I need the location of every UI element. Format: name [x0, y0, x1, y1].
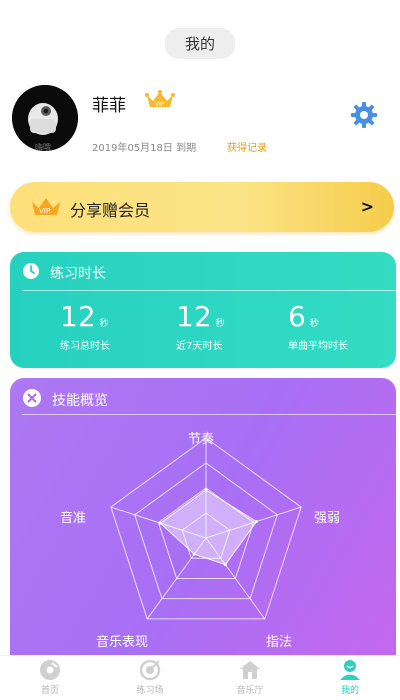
stat-total: 12 秒 练习总时长 [60, 300, 180, 352]
stat-value: 12 [60, 300, 96, 333]
share-vip-label: 分享赠会员 [70, 201, 151, 220]
radar-point-音准 [158, 521, 162, 525]
stat-value: 12 [176, 300, 212, 333]
radar-point-节奏 [204, 488, 208, 492]
stat-avg-per-song: 6秒 单曲平均时长 [288, 300, 400, 352]
radar-skill-area [159, 489, 258, 566]
axis-label-musical-expression: 音乐表现 [96, 635, 149, 650]
practice-duration-card: 练习时长 12 秒 练习总时长 12 秒 近7天时长 6秒 单曲平均时长 [10, 252, 396, 368]
avatar-caption: 嗨哦 [35, 143, 51, 151]
target-icon [139, 659, 161, 681]
axis-label-rhythm: 节奏 [188, 432, 215, 447]
tab-label: 练习场 [136, 686, 164, 696]
stat-label: 单曲平均时长 [288, 341, 348, 352]
home-disc-icon [40, 660, 60, 680]
axis-label-intonation: 音准 [60, 511, 87, 526]
stat-unit: 秒 [215, 319, 225, 329]
radar-point-音乐表现 [192, 552, 196, 556]
tab-label: 我的 [340, 686, 359, 696]
stat-label: 近7天时长 [176, 341, 223, 352]
skills-radar-chart [110, 437, 302, 620]
practice-card-title: 练习时长 [50, 266, 106, 282]
tab-concert-hall[interactable]: 音乐厅 [200, 656, 300, 700]
radar-point-强弱 [254, 520, 258, 524]
tab-home[interactable]: 首页 [0, 656, 100, 700]
house-icon [240, 661, 260, 679]
vip-expire-date: 2019年05月18日 到期 [92, 143, 197, 154]
stat-unit: 秒 [309, 319, 319, 329]
crown-vip-text: VIP [155, 101, 165, 108]
user-icon [340, 660, 360, 680]
tab-label: 音乐厅 [236, 686, 264, 696]
tab-mine[interactable]: 我的 [300, 656, 400, 700]
page-title: 我的 [164, 28, 235, 59]
clock-icon [22, 262, 40, 284]
stat-value: 6 [288, 300, 306, 333]
axis-label-fingering: 指法 [266, 635, 293, 650]
radar-point-指法 [223, 563, 227, 567]
stat-label: 练习总时长 [60, 341, 110, 352]
tab-practice[interactable]: 练习场 [100, 656, 200, 700]
vip-crown-icon: VIP [145, 89, 175, 115]
profile-section: 嗨哦 菲菲 VIP 2019年05月18日 到期 获得记录 [12, 85, 392, 155]
tab-label: 首页 [40, 686, 59, 696]
bottom-tab-bar: 首页 练习场 音乐厅 我的 [0, 655, 400, 700]
stat-recent-7days: 12 秒 近7天时长 [176, 300, 296, 352]
vip-badge-icon: VIP [30, 195, 62, 223]
skills-overview-card: 技能概览 节奏 强弱 指法 音乐表现 音准 [10, 378, 396, 678]
share-vip-banner[interactable]: VIP 分享赠会员 > [10, 182, 394, 232]
top-bar: 我的 [0, 0, 400, 80]
divider [22, 290, 396, 291]
records-link[interactable]: 获得记录 [227, 139, 267, 154]
stat-unit: 秒 [99, 319, 109, 329]
avatar[interactable]: 嗨哦 [12, 85, 78, 151]
username: 菲菲 [92, 96, 126, 116]
axis-label-dynamics: 强弱 [314, 511, 341, 526]
vip-badge-text: VIP [39, 207, 50, 215]
chevron-right-icon: > [360, 197, 374, 216]
gear-icon[interactable] [349, 100, 379, 134]
